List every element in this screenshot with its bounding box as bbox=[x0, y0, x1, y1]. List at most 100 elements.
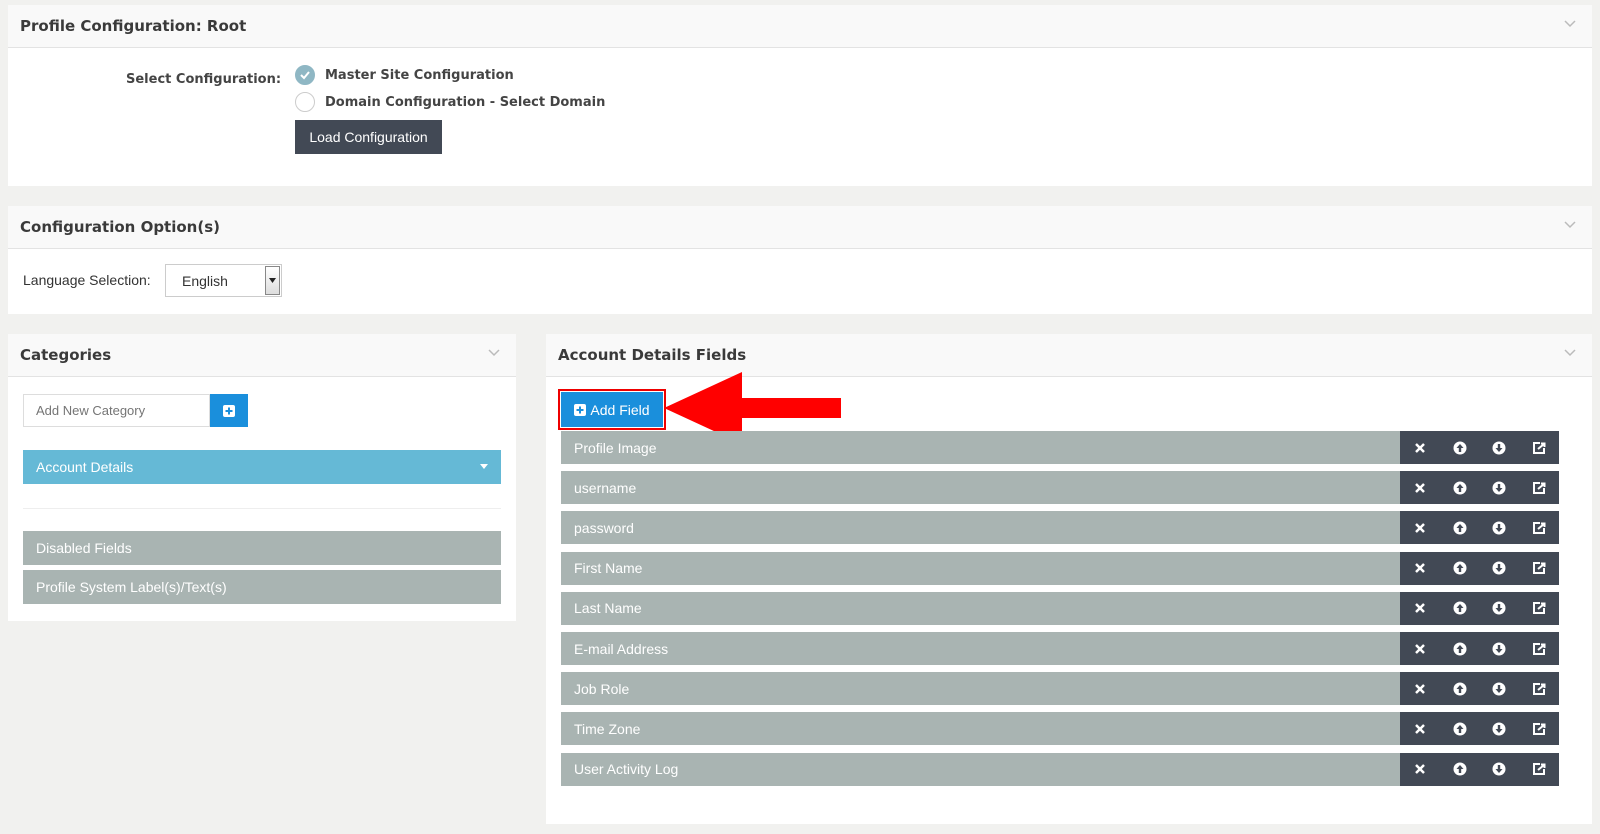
external-link-icon[interactable] bbox=[1532, 441, 1546, 455]
add-category-button[interactable] bbox=[210, 394, 248, 427]
close-icon[interactable] bbox=[1413, 441, 1427, 455]
divider bbox=[23, 508, 501, 509]
external-link-icon[interactable] bbox=[1532, 722, 1546, 736]
arrow-down-icon[interactable] bbox=[1492, 682, 1506, 696]
arrow-up-icon[interactable] bbox=[1453, 682, 1467, 696]
panel-title: Configuration Option(s) bbox=[20, 218, 220, 236]
category-label: Disabled Fields bbox=[36, 540, 132, 556]
field-row[interactable]: First Name bbox=[561, 551, 1559, 585]
load-configuration-button[interactable]: Load Configuration bbox=[295, 120, 442, 154]
field-row[interactable]: E-mail Address bbox=[561, 632, 1559, 665]
arrow-down-icon[interactable] bbox=[1492, 722, 1506, 736]
arrow-down-icon[interactable] bbox=[1492, 481, 1506, 495]
close-icon[interactable] bbox=[1413, 682, 1427, 696]
arrow-down-icon[interactable] bbox=[1492, 561, 1506, 575]
field-label: User Activity Log bbox=[561, 752, 1400, 786]
external-link-icon[interactable] bbox=[1532, 682, 1546, 696]
select-configuration-label: Select Configuration: bbox=[126, 72, 282, 87]
close-icon[interactable] bbox=[1413, 481, 1427, 495]
field-label: Time Zone bbox=[561, 712, 1400, 746]
field-actions bbox=[1400, 471, 1559, 505]
radio-master-site[interactable]: Master Site Configuration bbox=[295, 65, 514, 85]
account-details-fields-panel: Account Details Fields Add Field Profile… bbox=[546, 334, 1592, 824]
arrow-down-icon[interactable] bbox=[1492, 642, 1506, 656]
field-actions bbox=[1400, 752, 1559, 786]
field-row[interactable]: Last Name bbox=[561, 591, 1559, 625]
external-link-icon[interactable] bbox=[1532, 521, 1546, 535]
dropdown-arrow-icon[interactable] bbox=[265, 266, 280, 295]
close-icon[interactable] bbox=[1413, 722, 1427, 736]
chevron-down-icon[interactable] bbox=[488, 346, 500, 358]
field-row[interactable]: username bbox=[561, 471, 1559, 505]
radio-unchecked-icon bbox=[295, 92, 315, 112]
language-select-value: English bbox=[182, 272, 228, 289]
plus-square-icon bbox=[223, 404, 235, 417]
field-row[interactable]: Job Role bbox=[561, 672, 1559, 706]
category-disabled-fields[interactable]: Disabled Fields bbox=[23, 531, 501, 565]
close-icon[interactable] bbox=[1413, 561, 1427, 575]
field-actions bbox=[1400, 712, 1559, 746]
chevron-down-icon[interactable] bbox=[1564, 17, 1576, 29]
caret-down-icon bbox=[480, 464, 488, 469]
panel-title: Account Details Fields bbox=[558, 346, 747, 364]
field-label: Job Role bbox=[561, 672, 1400, 706]
panel-title: Categories bbox=[20, 346, 112, 364]
external-link-icon[interactable] bbox=[1532, 561, 1546, 575]
field-actions bbox=[1400, 551, 1559, 585]
radio-label: Domain Configuration - Select Domain bbox=[325, 94, 606, 110]
arrow-down-icon[interactable] bbox=[1492, 441, 1506, 455]
arrow-up-icon[interactable] bbox=[1453, 601, 1467, 615]
language-select[interactable]: English bbox=[165, 264, 282, 297]
arrow-up-icon[interactable] bbox=[1453, 561, 1467, 575]
external-link-icon[interactable] bbox=[1532, 762, 1546, 776]
field-label: First Name bbox=[561, 551, 1400, 585]
arrow-up-icon[interactable] bbox=[1453, 642, 1467, 656]
field-actions bbox=[1400, 431, 1559, 464]
field-actions bbox=[1400, 511, 1559, 545]
radio-label: Master Site Configuration bbox=[325, 67, 514, 83]
field-label: E-mail Address bbox=[561, 632, 1400, 665]
arrow-down-icon[interactable] bbox=[1492, 601, 1506, 615]
configuration-options-panel: Configuration Option(s) Language Selecti… bbox=[8, 206, 1592, 314]
category-profile-system-labels[interactable]: Profile System Label(s)/Text(s) bbox=[23, 570, 501, 604]
field-row[interactable]: Time Zone bbox=[561, 712, 1559, 746]
arrow-up-icon[interactable] bbox=[1453, 481, 1467, 495]
add-field-button[interactable]: Add Field bbox=[561, 392, 663, 427]
arrow-down-icon[interactable] bbox=[1492, 521, 1506, 535]
field-label: username bbox=[561, 471, 1400, 505]
close-icon[interactable] bbox=[1413, 521, 1427, 535]
external-link-icon[interactable] bbox=[1532, 642, 1546, 656]
field-label: Profile Image bbox=[561, 431, 1400, 464]
external-link-icon[interactable] bbox=[1532, 481, 1546, 495]
chevron-down-icon[interactable] bbox=[1564, 218, 1576, 230]
plus-square-icon bbox=[574, 403, 587, 416]
panel-title: Profile Configuration: Root bbox=[20, 17, 247, 35]
category-label: Account Details bbox=[36, 459, 134, 475]
add-field-label: Add Field bbox=[590, 401, 650, 418]
field-actions bbox=[1400, 672, 1559, 706]
close-icon[interactable] bbox=[1413, 642, 1427, 656]
radio-domain-configuration[interactable]: Domain Configuration - Select Domain bbox=[295, 92, 605, 112]
panel-header: Profile Configuration: Root bbox=[8, 5, 1592, 48]
arrow-up-icon[interactable] bbox=[1453, 441, 1467, 455]
arrow-up-icon[interactable] bbox=[1453, 722, 1467, 736]
field-row[interactable]: Profile Image bbox=[561, 431, 1559, 464]
arrow-up-icon[interactable] bbox=[1453, 521, 1467, 535]
arrow-up-icon[interactable] bbox=[1453, 762, 1467, 776]
close-icon[interactable] bbox=[1413, 762, 1427, 776]
close-icon[interactable] bbox=[1413, 601, 1427, 615]
field-label: password bbox=[561, 511, 1400, 545]
field-label: Last Name bbox=[561, 591, 1400, 625]
field-actions bbox=[1400, 591, 1559, 625]
arrow-down-icon[interactable] bbox=[1492, 762, 1506, 776]
chevron-down-icon[interactable] bbox=[1564, 346, 1576, 358]
field-row[interactable]: User Activity Log bbox=[561, 752, 1559, 786]
profile-configuration-panel: Profile Configuration: Root Select Confi… bbox=[8, 5, 1592, 186]
add-category-input[interactable] bbox=[23, 394, 210, 427]
categories-panel: Categories Account Details Disabled Fiel… bbox=[8, 334, 516, 621]
field-actions bbox=[1400, 632, 1559, 665]
external-link-icon[interactable] bbox=[1532, 601, 1546, 615]
field-row[interactable]: password bbox=[561, 511, 1559, 545]
category-account-details[interactable]: Account Details bbox=[23, 450, 501, 484]
radio-checked-icon bbox=[295, 65, 315, 85]
